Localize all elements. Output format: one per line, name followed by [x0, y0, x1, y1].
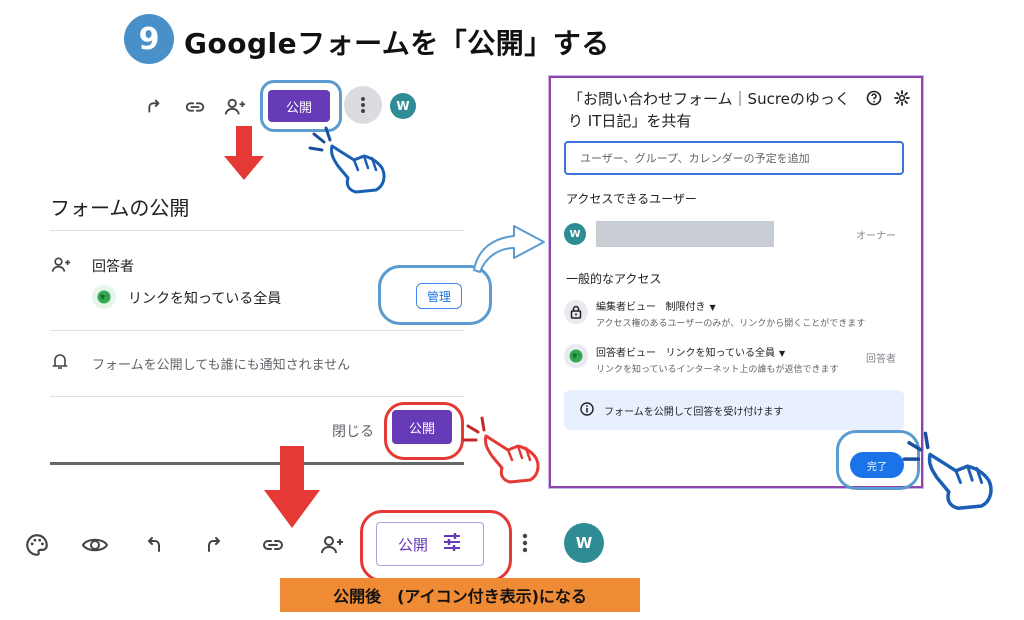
- step-number-badge: 9: [124, 14, 174, 64]
- avatar: W: [564, 223, 586, 245]
- close-button[interactable]: 閉じる: [332, 421, 374, 441]
- editor-view-desc: アクセス権のあるユーザーのみが、リンクから開くことができます: [596, 319, 866, 329]
- pointing-hand-icon: [462, 416, 540, 484]
- pointing-hand-icon: [902, 431, 993, 511]
- editor-view-label: 編集者ビュー: [596, 302, 656, 313]
- bottom-publish-button[interactable]: 公開: [376, 522, 484, 566]
- done-button[interactable]: 完了: [850, 452, 904, 478]
- page-title: Googleフォームを「公開」する: [184, 27, 610, 60]
- responder-view-desc: リンクを知っているインターネット上の誰もが返信できます: [596, 365, 839, 375]
- caret-down-icon: ▼: [779, 349, 786, 358]
- manage-button[interactable]: 管理: [416, 283, 462, 309]
- panel-publish-button[interactable]: 公開: [392, 410, 452, 444]
- avatar[interactable]: W: [390, 93, 416, 119]
- link-access-label: リンクを知っている全員: [128, 291, 282, 307]
- share-add-people-input[interactable]: ユーザー、グループ、カレンダーの予定を追加: [564, 141, 904, 175]
- owner-label: オーナー: [856, 231, 896, 242]
- curved-arrow-icon: [473, 225, 545, 273]
- arrow-down-icon: [224, 126, 264, 180]
- responder-view-row[interactable]: 回答者ビュー リンクを知っている全員 ▼: [596, 344, 785, 359]
- lock-icon: [564, 300, 588, 324]
- redacted-user-info: [596, 221, 774, 247]
- redo-icon[interactable]: [140, 94, 166, 120]
- info-text: フォームを公開して回答を受け付けます: [604, 406, 784, 418]
- responders-label: 回答者: [92, 259, 134, 275]
- editor-view-row[interactable]: 編集者ビュー 制限付き ▼: [596, 298, 716, 313]
- panel-bottom-border: [50, 462, 464, 465]
- responder-role-label: 回答者: [866, 354, 896, 365]
- tune-icon: [442, 533, 462, 555]
- more-vert-icon[interactable]: [522, 533, 528, 557]
- add-person-icon: [50, 255, 72, 279]
- link-icon[interactable]: [258, 530, 288, 560]
- info-icon: [580, 401, 594, 419]
- access-users-label: アクセスできるユーザー: [566, 192, 697, 206]
- add-person-icon[interactable]: [222, 94, 248, 120]
- divider: [50, 230, 464, 231]
- responder-view-label: 回答者ビュー: [596, 348, 656, 359]
- more-vert-icon[interactable]: [344, 86, 382, 124]
- notify-text: フォームを公開しても誰にも通知されません: [92, 358, 351, 373]
- bottom-publish-label: 公開: [397, 535, 428, 554]
- gear-icon[interactable]: [894, 90, 910, 110]
- info-banner: フォームを公開して回答を受け付けます: [564, 390, 904, 430]
- palette-icon[interactable]: [22, 530, 52, 560]
- share-dialog-title: 「お問い合わせフォーム｜Sucreのゆっくり IT日記」を共有: [568, 90, 850, 130]
- globe-icon: [92, 285, 116, 309]
- panel-title: フォームの公開: [50, 196, 190, 220]
- help-icon[interactable]: [866, 90, 882, 110]
- bell-icon: [52, 352, 68, 374]
- responder-access-dropdown[interactable]: リンクを知っている全員: [666, 348, 776, 359]
- eye-icon[interactable]: [80, 530, 110, 560]
- undo-icon[interactable]: [140, 530, 170, 560]
- redo-icon[interactable]: [198, 530, 228, 560]
- top-publish-button[interactable]: 公開: [268, 90, 330, 122]
- divider: [50, 330, 464, 331]
- arrow-down-icon: [264, 446, 320, 528]
- avatar[interactable]: W: [564, 523, 604, 563]
- add-person-icon[interactable]: [316, 530, 348, 560]
- pointing-hand-icon: [308, 126, 386, 194]
- divider: [50, 396, 464, 397]
- link-icon[interactable]: [182, 94, 208, 120]
- caret-down-icon: ▼: [709, 303, 716, 312]
- editor-restriction-dropdown[interactable]: 制限付き: [666, 302, 706, 313]
- general-access-label: 一般的なアクセス: [566, 272, 662, 286]
- globe-icon: [564, 344, 588, 368]
- caption-banner: 公開後 (アイコン付き表示)になる: [280, 578, 640, 612]
